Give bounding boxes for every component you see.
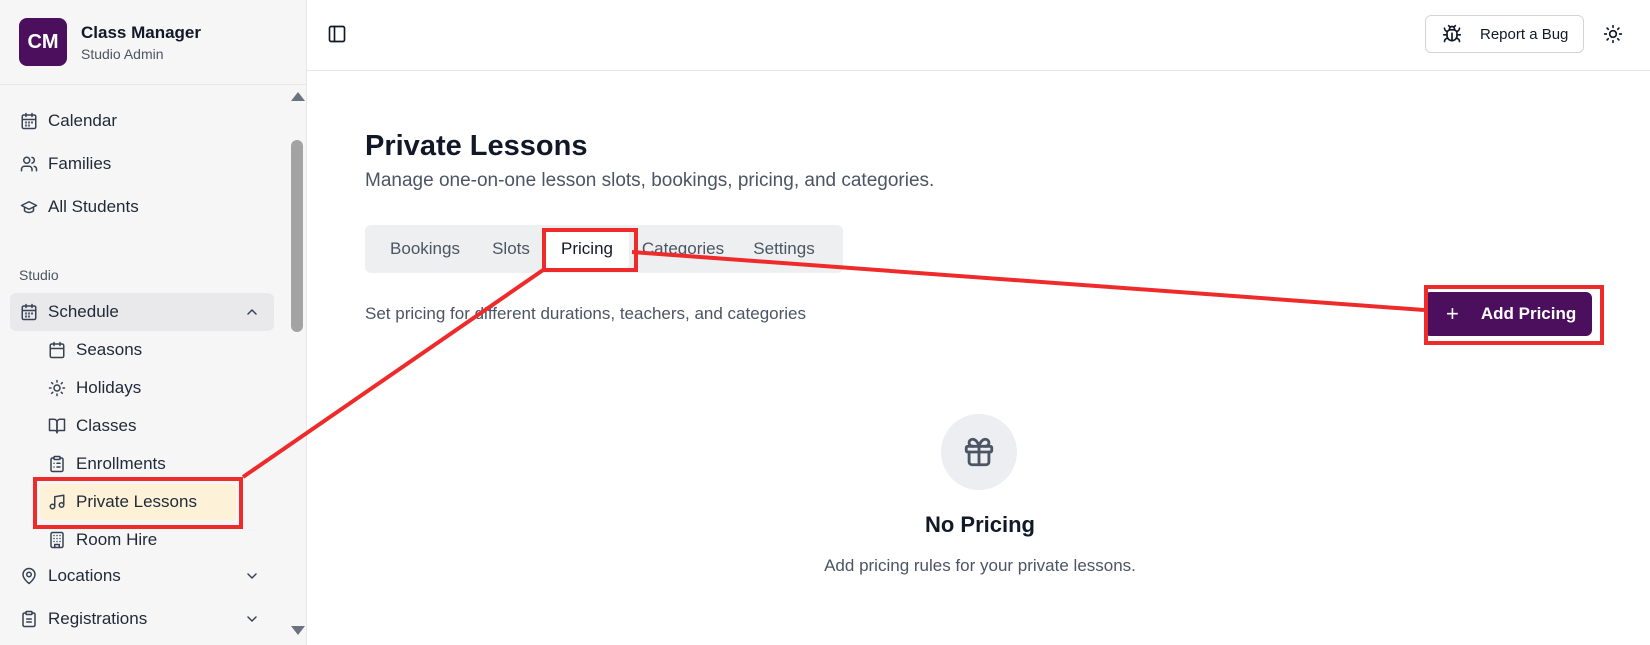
sidebar: CM Class Manager Studio Admin Calendar F… bbox=[0, 0, 307, 645]
sidebar-item-calendar[interactable]: Calendar bbox=[10, 102, 274, 140]
empty-state-title: No Pricing bbox=[924, 512, 1035, 537]
app-subtitle: Studio Admin bbox=[81, 45, 164, 62]
graduation-cap-icon bbox=[20, 198, 38, 216]
scroll-down-arrow[interactable] bbox=[291, 626, 305, 635]
chevron-up-icon bbox=[244, 304, 260, 320]
page-title: Private Lessons bbox=[365, 130, 588, 162]
pricing-description: Set pricing for different durations, tea… bbox=[365, 304, 806, 323]
sidebar-item-registrations[interactable]: Registrations bbox=[10, 600, 274, 638]
report-bug-label: Report a Bug bbox=[1480, 25, 1569, 43]
section-label-studio: Studio bbox=[19, 267, 59, 283]
annotation-box-private-lessons bbox=[33, 477, 243, 529]
sidebar-item-label: Calendar bbox=[48, 111, 117, 130]
sidebar-item-label: Families bbox=[48, 154, 112, 173]
chevron-down-icon bbox=[244, 611, 260, 627]
tab-slots[interactable]: Slots bbox=[477, 230, 545, 268]
sun-icon bbox=[48, 379, 66, 397]
sidebar-item-families[interactable]: Families bbox=[10, 145, 274, 183]
brand-header[interactable]: CM Class Manager Studio Admin bbox=[0, 0, 306, 85]
bug-icon bbox=[1442, 24, 1462, 44]
annotation-box-add-pricing bbox=[1424, 285, 1604, 345]
top-header: Report a Bug bbox=[307, 0, 1650, 71]
sidebar-item-label: All Students bbox=[48, 197, 139, 216]
calendar-icon bbox=[20, 112, 38, 130]
annotation-box-pricing-tab bbox=[542, 228, 638, 272]
page-subtitle: Manage one-on-one lesson slots, bookings… bbox=[365, 170, 935, 191]
clipboard-icon bbox=[20, 610, 38, 628]
sidebar-item-all-students[interactable]: All Students bbox=[10, 188, 274, 226]
sidebar-toggle-icon[interactable] bbox=[327, 24, 347, 44]
tab-categories[interactable]: Categories bbox=[629, 230, 737, 268]
sidebar-item-schedule[interactable]: Schedule bbox=[10, 293, 274, 331]
sidebar-item-classes[interactable]: Classes bbox=[40, 408, 236, 444]
empty-state-message: Add pricing rules for your private lesso… bbox=[824, 556, 1136, 575]
app-logo: CM bbox=[19, 18, 67, 66]
theme-toggle-sun-icon[interactable] bbox=[1603, 24, 1623, 44]
gift-icon bbox=[941, 414, 1017, 490]
sidebar-item-label: Schedule bbox=[48, 302, 119, 321]
sidebar-item-label: Enrollments bbox=[76, 454, 166, 473]
tab-bookings[interactable]: Bookings bbox=[373, 230, 477, 268]
report-bug-button[interactable]: Report a Bug bbox=[1425, 15, 1584, 53]
calendar-icon bbox=[20, 303, 38, 321]
sidebar-item-label: Classes bbox=[76, 416, 137, 435]
app-title: Class Manager bbox=[81, 22, 201, 42]
scroll-up-arrow[interactable] bbox=[291, 92, 305, 101]
sidebar-item-label: Registrations bbox=[48, 609, 148, 628]
tab-settings[interactable]: Settings bbox=[737, 230, 831, 268]
sidebar-item-label: Seasons bbox=[76, 340, 143, 359]
users-icon bbox=[20, 155, 38, 173]
sidebar-item-label: Holidays bbox=[76, 378, 142, 397]
book-open-icon bbox=[48, 417, 66, 435]
scroll-thumb[interactable] bbox=[291, 140, 303, 332]
clipboard-list-icon bbox=[48, 455, 66, 473]
sidebar-item-holidays[interactable]: Holidays bbox=[40, 370, 236, 406]
calendar-icon bbox=[48, 341, 66, 359]
sidebar-item-seasons[interactable]: Seasons bbox=[40, 332, 236, 368]
